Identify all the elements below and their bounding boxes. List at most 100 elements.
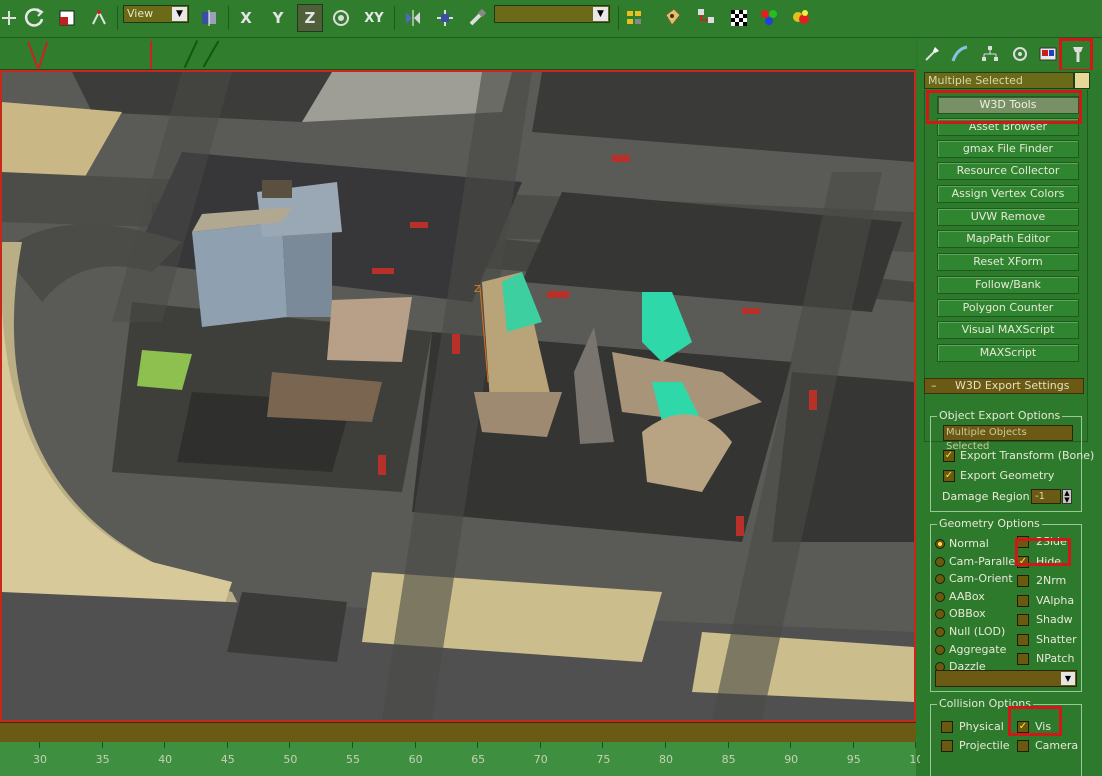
axis-y-button[interactable]: Y [265,4,291,32]
geometry-flag-checkbox[interactable] [1017,575,1029,587]
gizmo-lock-icon[interactable] [328,4,354,32]
utility-button[interactable]: MapPath Editor [937,230,1079,248]
geometry-type-label: OBBox [949,607,986,621]
geometry-flag-checkbox[interactable] [1017,614,1029,626]
ruler-tick [852,742,854,748]
gizmo-z-label: Z [474,284,481,295]
group-title: Geometry Options [937,517,1042,530]
ruler-tick [727,742,729,748]
ruler-tick [539,742,541,748]
ruler-tick [352,742,353,748]
utility-button[interactable]: MAXScript [937,344,1079,362]
display-tab-icon[interactable] [1036,43,1060,65]
export-geometry-label: Export Geometry [960,469,1055,482]
ruler-tick [665,742,666,748]
ruler-tick [915,742,917,748]
ruler-tick-label: 40 [158,753,173,766]
geometry-type-label: Cam-Orient [949,572,1013,586]
geometry-flag-checkbox[interactable] [1017,633,1029,646]
utility-button[interactable]: Assign Vertex Colors [937,185,1079,203]
axis-xy-button[interactable]: XY [359,4,389,32]
snap-icon[interactable] [86,4,112,32]
geometry-type-radio[interactable] [935,574,945,585]
ruler-tick [164,742,166,748]
utility-button[interactable]: Reset XForm [937,253,1079,271]
collision-checkbox[interactable] [941,721,953,733]
geometry-type-radio[interactable] [935,644,945,655]
damage-region-spinner[interactable]: ▲ ▼ [1062,489,1072,504]
geometry-type-label: Null (LOD) [949,625,1006,638]
damage-region-field[interactable]: -1 [1031,489,1061,504]
axis-x-button[interactable]: X [233,4,259,32]
selection-name-field[interactable]: Multiple Selected [924,72,1074,89]
geometry-flag-checkbox[interactable] [1017,653,1029,665]
ruler-tick [226,742,228,748]
track-view-strip[interactable] [0,38,915,70]
vis-highlight [1008,706,1062,736]
utilities-tab-highlight [1059,38,1093,72]
ruler-tick-label: 75 [596,753,611,766]
geometry-flag-checkbox[interactable] [1017,594,1029,607]
rotate-icon[interactable] [22,4,48,32]
curve-editor-icon[interactable] [660,4,686,32]
geometry-flag-label: Shatter [1036,632,1077,646]
collision-checkbox[interactable] [941,740,953,752]
utility-button[interactable]: Follow/Bank [937,276,1079,294]
reference-coordinate-select[interactable]: View ▼ [123,5,189,23]
time-slider[interactable] [0,722,916,742]
utility-button[interactable]: Visual MAXScript [937,321,1079,339]
utility-button[interactable]: Resource Collector [937,162,1079,180]
named-selection-dropdown[interactable]: ▼ [494,5,610,23]
geometry-type-label: Aggregate [949,642,1007,656]
ruler-tick [414,742,416,748]
w3d-export-settings-header[interactable]: – W3D Export Settings [924,378,1084,394]
schematic-view-icon[interactable] [694,4,720,32]
hierarchy-tab-icon[interactable] [978,43,1002,65]
geometry-type-radio[interactable] [935,591,945,602]
export-transform-checkbox[interactable]: ✓ [943,450,955,462]
create-tab-icon[interactable] [920,43,944,65]
damage-region-label: Damage Region: [942,490,1034,503]
utility-button[interactable]: Polygon Counter [937,299,1079,317]
geometry-type-label: Cam-Parallel [949,554,1019,568]
ruler-tick-label: 90 [784,753,799,766]
utility-button[interactable]: UVW Remove [937,208,1079,226]
ruler-tick-label: 30 [33,753,47,766]
dazzle-type-dropdown[interactable]: ▼ [935,670,1077,687]
geometry-type-label: Normal [949,537,989,550]
chevron-down-icon: ▼ [1061,672,1075,685]
perspective-viewport[interactable]: Z [0,70,916,722]
material-editor-icon[interactable] [726,4,752,32]
align-icon[interactable] [432,4,458,32]
ruler-tick-label: 70 [533,753,548,766]
ruler-tick-label: 60 [408,753,423,766]
modify-tab-icon[interactable] [948,43,972,65]
ruler-tick [790,742,792,748]
scale-icon[interactable] [54,4,80,32]
ruler-tick [477,742,479,748]
geometry-flag-label: 2Nrm [1036,574,1067,587]
mirror-icon[interactable] [400,4,426,32]
utility-button[interactable]: gmax File Finder [937,140,1079,158]
geometry-type-radio[interactable] [935,609,945,620]
layer-icon[interactable] [622,4,648,32]
ruler-tick-label: 50 [283,753,298,766]
main-toolbar: View ▼ X Y Z XY ▼ [0,0,1102,38]
ruler-tick [101,742,103,748]
axis-z-button[interactable]: Z [297,4,323,32]
frame-ruler[interactable]: 3035404550556065707580859095100 [0,742,930,776]
motion-tab-icon[interactable] [1008,43,1032,65]
pivot-center-icon[interactable] [196,4,222,32]
quick-render-icon[interactable] [788,4,814,32]
move-icon[interactable] [0,4,18,32]
render-scene-icon[interactable] [756,4,782,32]
geometry-type-radio[interactable] [935,627,945,637]
geometry-type-radio[interactable] [935,556,945,567]
collision-label: Physical [959,720,1004,733]
geometry-type-radio[interactable] [935,539,945,549]
selection-color-swatch[interactable] [1074,72,1090,89]
object-export-options-group: Object Export Options Multiple Objects S… [930,409,1094,512]
collision-checkbox[interactable] [1017,740,1029,752]
export-geometry-checkbox[interactable]: ✓ [943,470,955,482]
paint-brush-icon[interactable] [464,4,490,32]
